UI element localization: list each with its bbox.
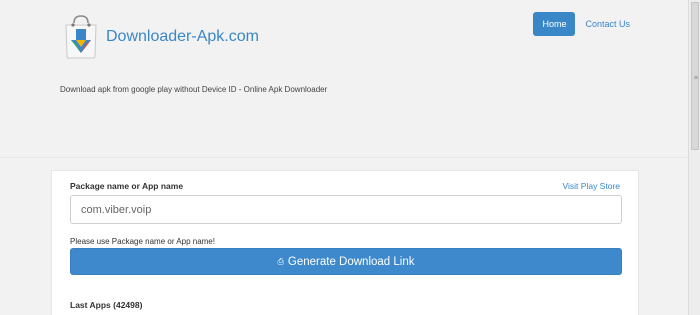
nav-home-button[interactable]: Home: [533, 12, 576, 36]
page: Downloader-Apk.com Home Contact Us Downl…: [0, 0, 700, 315]
vertical-scrollbar[interactable]: ≡: [688, 0, 700, 315]
package-name-input[interactable]: [70, 195, 622, 224]
site-logo[interactable]: Downloader-Apk.com: [60, 14, 259, 60]
site-tagline: Download apk from google play without De…: [60, 85, 328, 94]
site-brand-name[interactable]: Downloader-Apk.com: [106, 28, 259, 46]
generate-download-link-button[interactable]: ⎙ Generate Download Link: [70, 248, 622, 275]
visit-play-store-link[interactable]: Visit Play Store: [563, 181, 620, 191]
download-icon: ⎙: [277, 256, 284, 266]
generate-button-label: Generate Download Link: [287, 255, 415, 268]
scrollbar-grip-icon: ≡: [694, 75, 699, 82]
input-hint-text: Please use Package name or App name!: [70, 237, 215, 246]
header-divider: [0, 157, 688, 158]
package-name-label: Package name or App name: [70, 181, 184, 191]
download-form-card: Package name or App name Visit Play Stor…: [51, 170, 639, 315]
nav-contact-link[interactable]: Contact Us: [585, 12, 630, 36]
last-apps-heading: Last Apps (42498): [70, 300, 143, 310]
viewport: Downloader-Apk.com Home Contact Us Downl…: [0, 0, 688, 315]
shopping-bag-download-icon: [65, 15, 97, 59]
top-nav: Home Contact Us: [533, 12, 630, 36]
scrollbar-thumb[interactable]: ≡: [691, 2, 699, 150]
